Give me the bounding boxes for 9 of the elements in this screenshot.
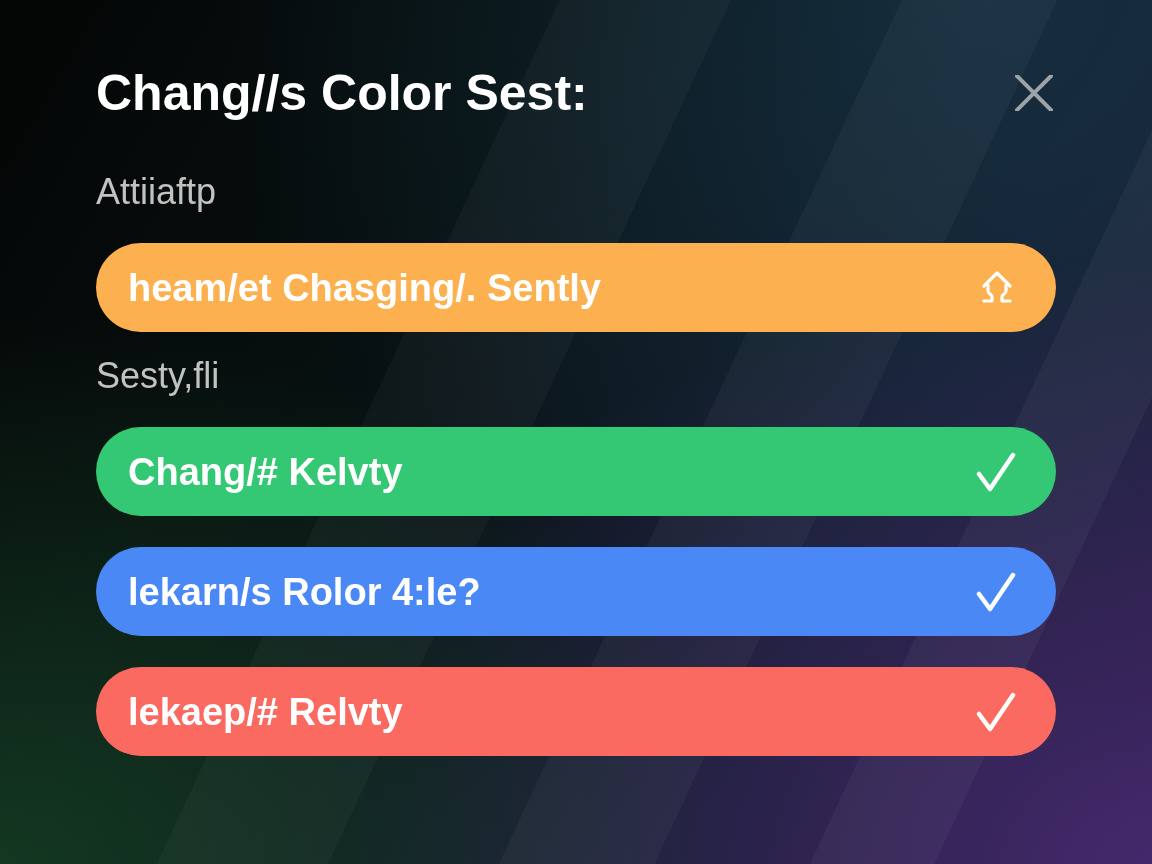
option-button[interactable]: heam/et Chasging/. Sently (96, 243, 1056, 332)
option-button[interactable]: lekaep/# Relvty (96, 667, 1056, 756)
close-icon (1015, 75, 1053, 111)
dialog-title: Chang//s Color Sest: (96, 64, 588, 122)
option-button[interactable]: lekarn/s Rolor 4:le? (96, 547, 1056, 636)
option-button[interactable]: Chang/# Kelvty (96, 427, 1056, 516)
section-label: Attiiaftp (96, 171, 217, 213)
section-label: Sesty,fli (96, 355, 220, 397)
close-button[interactable] (1015, 75, 1053, 111)
